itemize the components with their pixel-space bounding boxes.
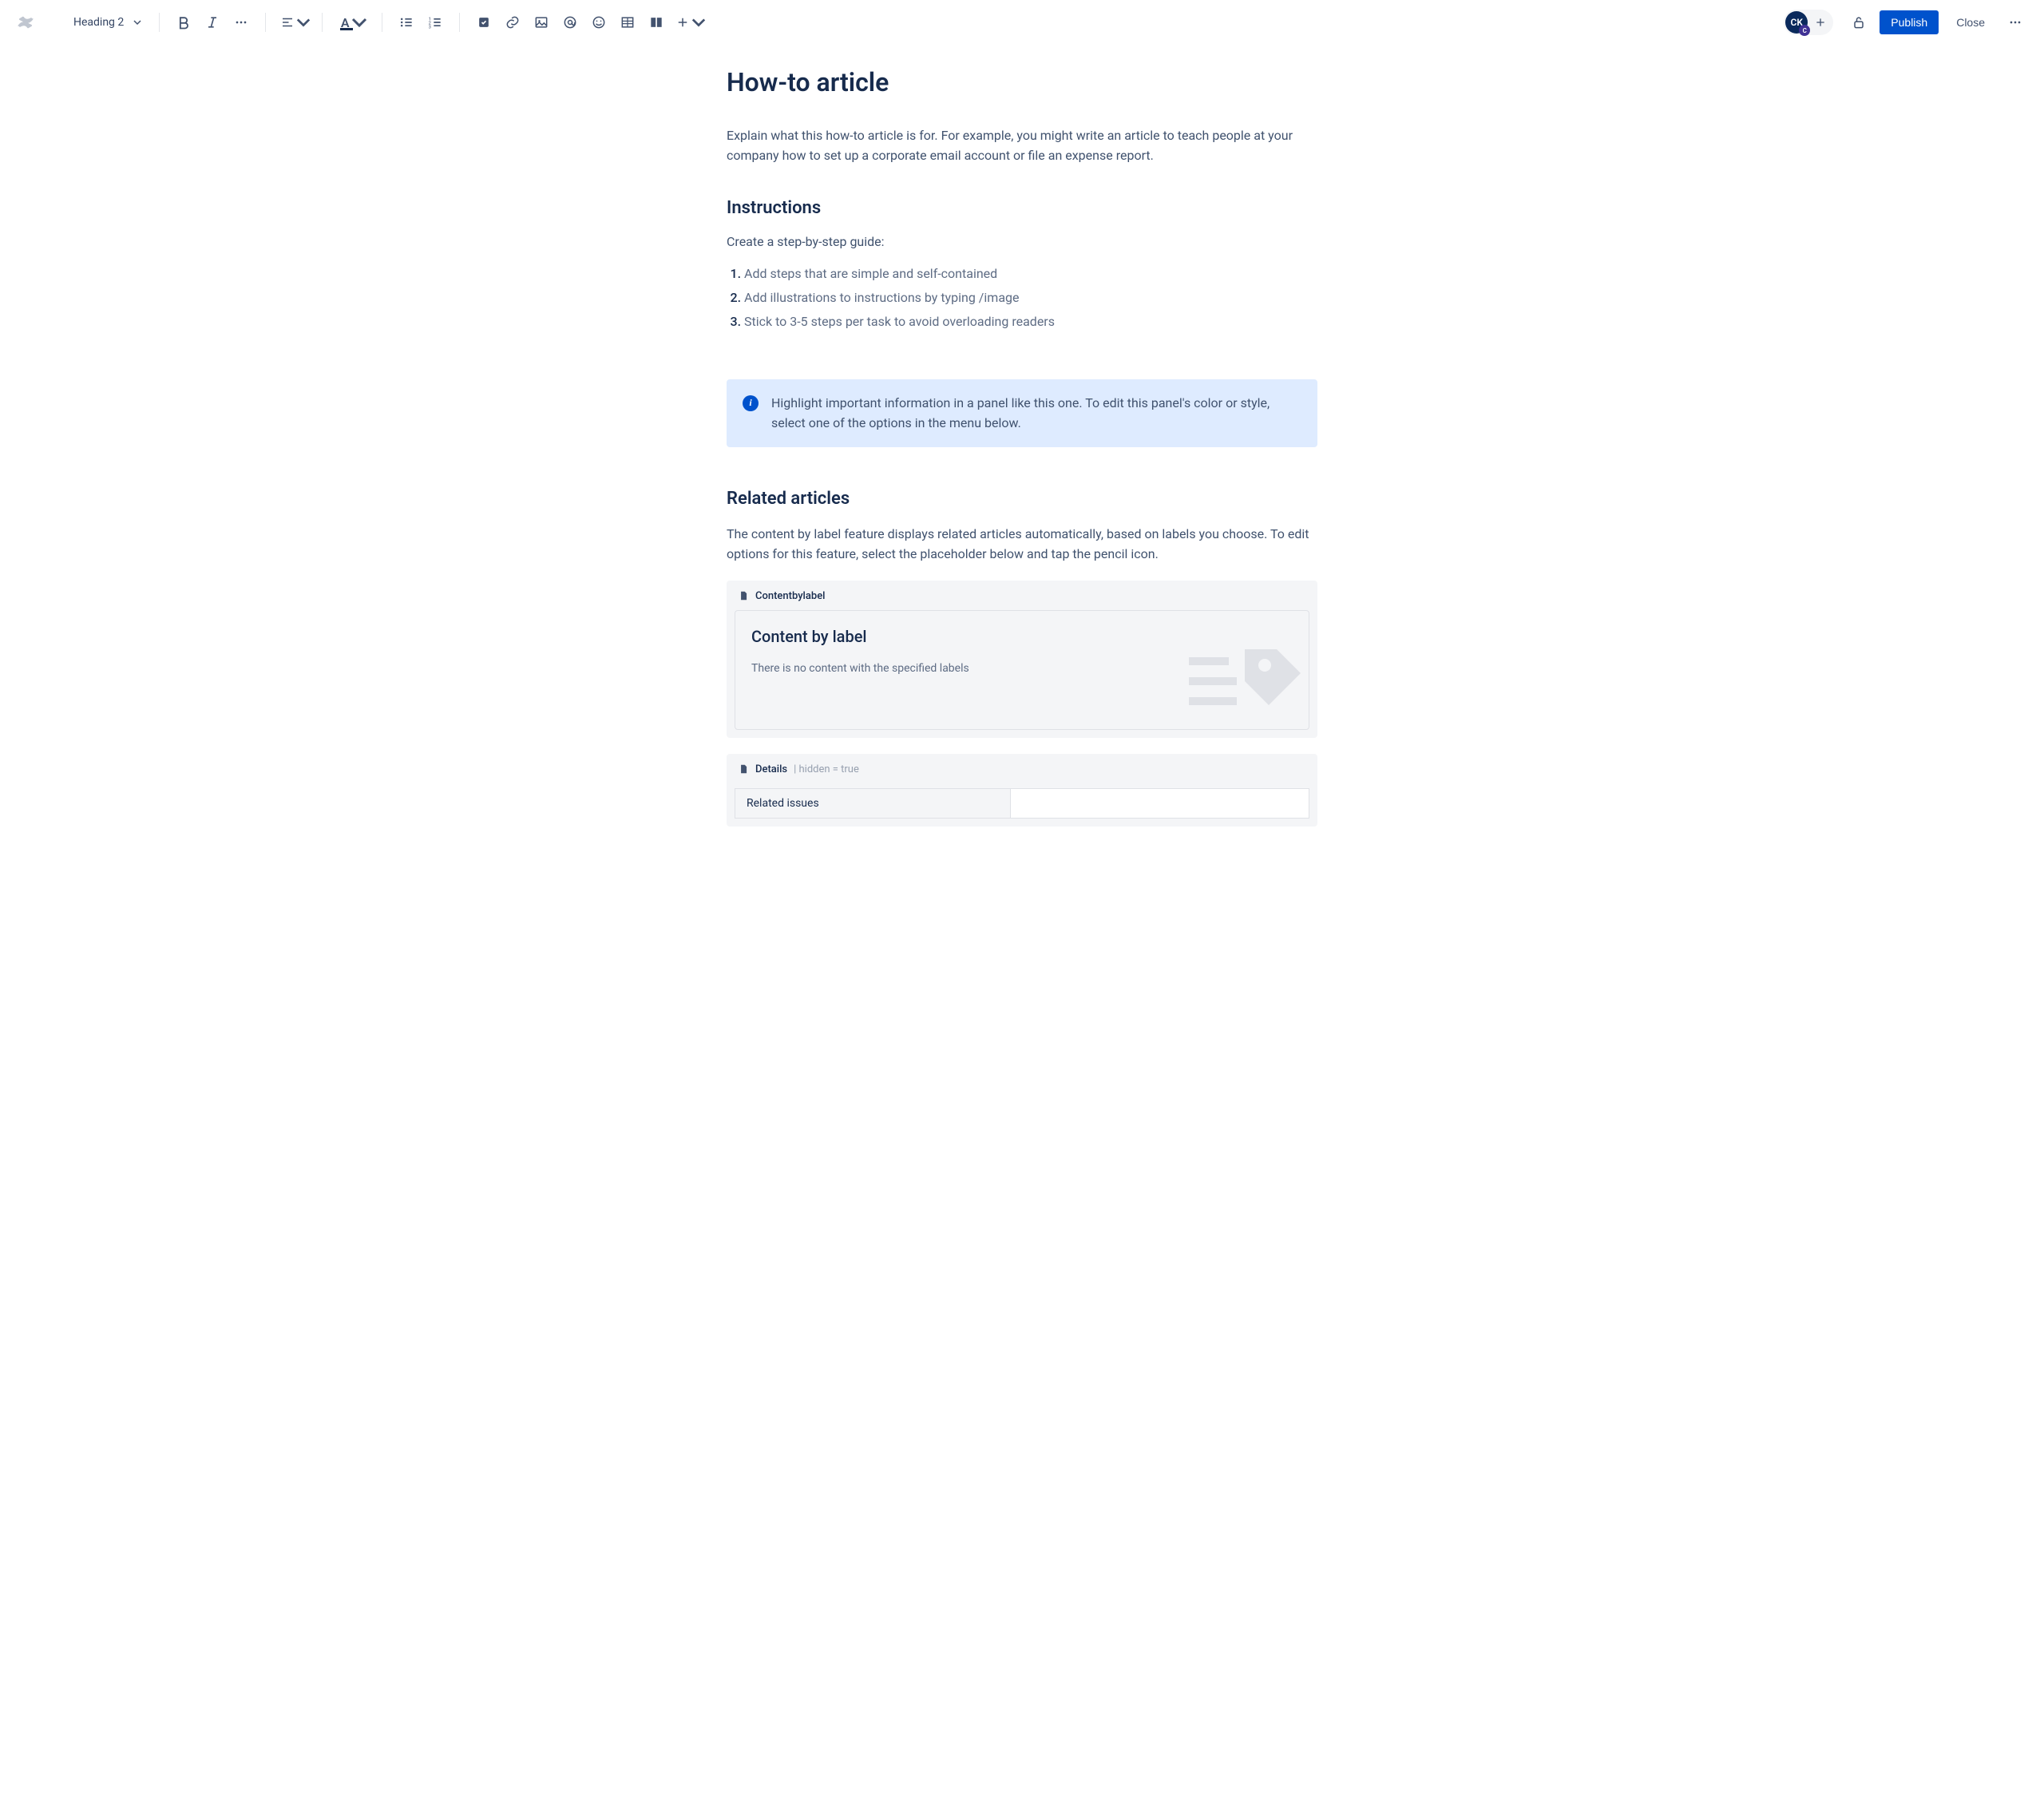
action-item-button[interactable] [471, 10, 497, 35]
macro-name: Details [755, 763, 787, 775]
italic-button[interactable] [200, 10, 225, 35]
restrictions-button[interactable] [1846, 10, 1872, 35]
steps-list[interactable]: Add steps that are simple and self-conta… [744, 262, 1317, 335]
chevron-down-icon [296, 14, 311, 30]
separator [459, 13, 460, 32]
chevron-down-icon [133, 18, 141, 26]
macro-name: Contentbylabel [755, 590, 825, 602]
document-icon [738, 763, 749, 775]
svg-text:3: 3 [429, 26, 431, 30]
related-heading[interactable]: Related articles [727, 489, 1317, 509]
text-style-dropdown[interactable]: Heading 2 [67, 11, 148, 34]
color-swatch [340, 28, 353, 30]
separator [159, 13, 160, 32]
step-item[interactable]: Add illustrations to instructions by typ… [744, 286, 1317, 310]
editor-toolbar: Heading 2 A 123 CK C [0, 0, 2044, 45]
info-icon: i [743, 395, 759, 411]
details-macro[interactable]: Details | hidden = true Related issues [727, 754, 1317, 827]
numbered-list-button[interactable]: 123 [422, 10, 448, 35]
editor-content[interactable]: How-to article Explain what this how-to … [719, 67, 1325, 827]
text-style-label: Heading 2 [73, 16, 124, 29]
table-button[interactable] [615, 10, 640, 35]
document-icon [738, 590, 749, 601]
more-actions-button[interactable] [2002, 10, 2028, 35]
panel-text[interactable]: Highlight important information in a pan… [771, 394, 1301, 434]
link-button[interactable] [500, 10, 525, 35]
more-formatting-button[interactable] [228, 10, 254, 35]
macro-body: Related issues [735, 788, 1309, 819]
confluence-logo-icon [16, 13, 35, 32]
macro-params: | hidden = true [794, 763, 859, 775]
macro-header: Contentbylabel [735, 589, 1309, 604]
instructions-subtext[interactable]: Create a step-by-step guide: [727, 234, 1317, 249]
macro-body: Content by label There is no content wit… [735, 610, 1309, 730]
publish-button[interactable]: Publish [1880, 10, 1939, 34]
insert-dropdown[interactable] [672, 10, 706, 35]
user-avatar[interactable]: CK C [1785, 11, 1808, 34]
bullet-list-button[interactable] [394, 10, 419, 35]
intro-paragraph[interactable]: Explain what this how-to article is for.… [727, 126, 1317, 166]
image-button[interactable] [529, 10, 554, 35]
mention-button[interactable] [557, 10, 583, 35]
chevron-down-icon [691, 14, 706, 30]
close-button[interactable]: Close [1948, 10, 1993, 34]
align-dropdown[interactable] [277, 10, 311, 35]
separator [265, 13, 266, 32]
info-panel[interactable]: i Highlight important information in a p… [727, 379, 1317, 448]
related-paragraph[interactable]: The content by label feature displays re… [727, 525, 1317, 565]
bold-button[interactable] [171, 10, 196, 35]
step-item[interactable]: Add steps that are simple and self-conta… [744, 262, 1317, 286]
avatar-presence-badge: C [1799, 25, 1810, 36]
emoji-button[interactable] [586, 10, 612, 35]
details-table[interactable]: Related issues [735, 788, 1309, 819]
collaborator-avatars: CK C [1784, 10, 1833, 35]
table-header-cell[interactable]: Related issues [735, 788, 1011, 818]
text-color-dropdown[interactable]: A [334, 10, 370, 35]
instructions-heading[interactable]: Instructions [727, 198, 1317, 218]
content-by-label-macro[interactable]: Contentbylabel Content by label There is… [727, 581, 1317, 738]
table-row[interactable]: Related issues [735, 788, 1309, 818]
separator [322, 13, 323, 32]
chevron-down-icon [351, 14, 367, 30]
layouts-button[interactable] [644, 10, 669, 35]
macro-header: Details | hidden = true [735, 762, 1309, 777]
step-item[interactable]: Stick to 3-5 steps per task to avoid ove… [744, 310, 1317, 334]
page-title[interactable]: How-to article [727, 67, 1317, 97]
invite-button[interactable] [1809, 11, 1832, 34]
label-illustration-icon [1189, 633, 1301, 721]
table-cell[interactable] [1011, 788, 1309, 818]
